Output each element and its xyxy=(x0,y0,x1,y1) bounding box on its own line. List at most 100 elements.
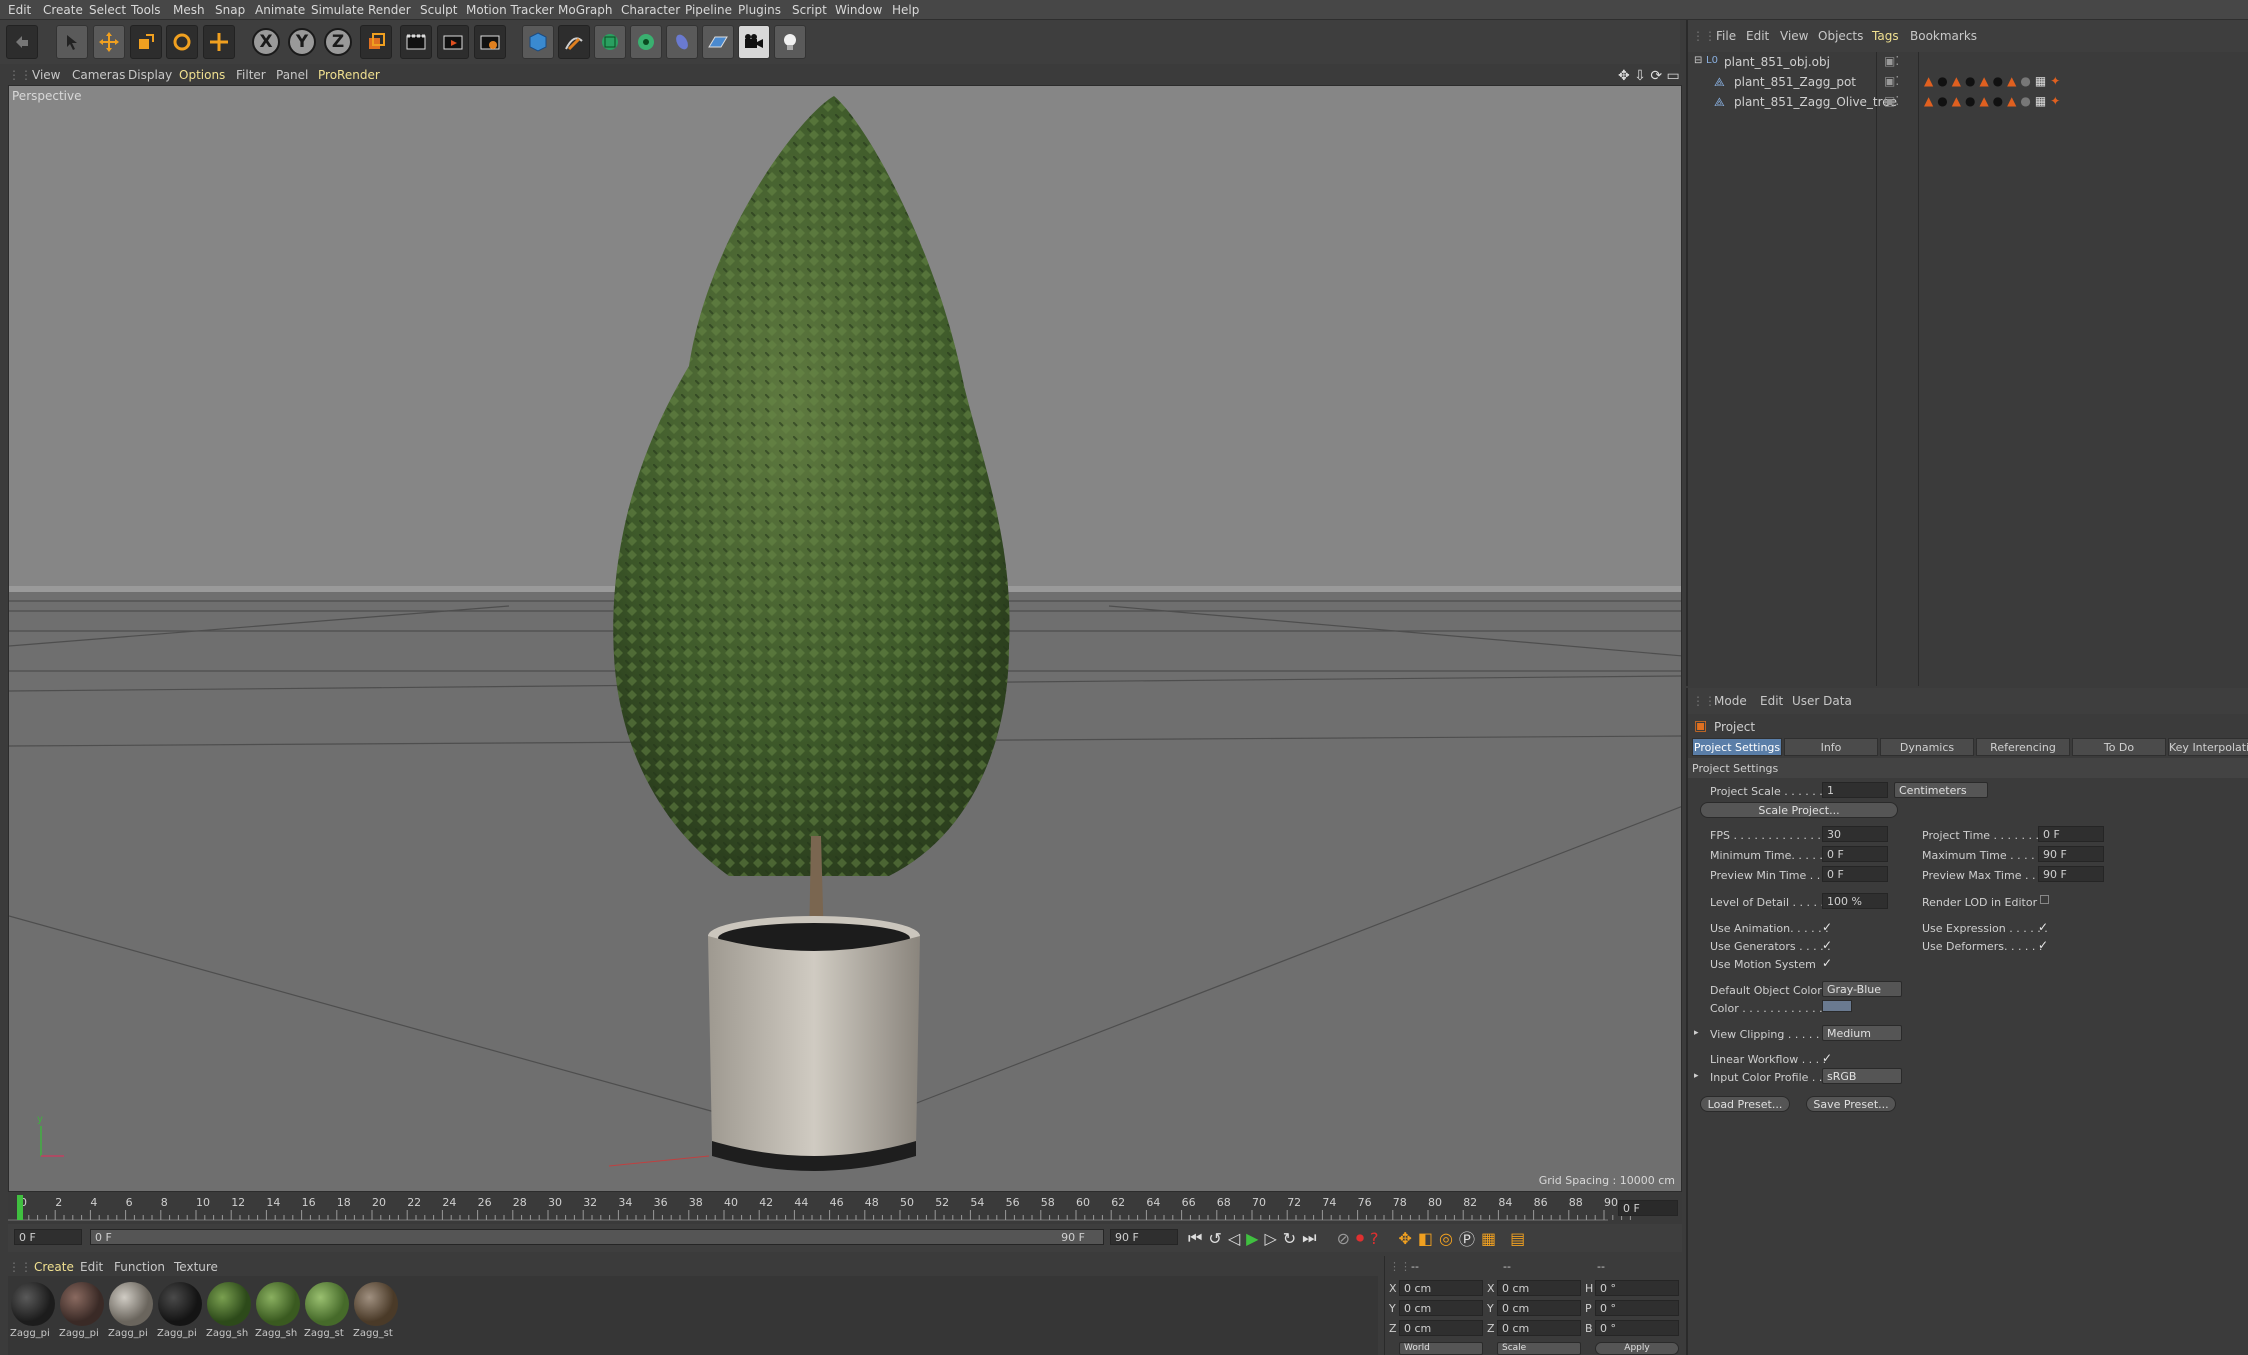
object-row[interactable]: ⊟ L0 plant_851_obj.obj ▣⁚ xyxy=(1688,52,2248,72)
pen-spline-icon[interactable] xyxy=(558,25,590,59)
objects-menu-tags[interactable]: Tags xyxy=(1872,29,1899,43)
load-preset-button[interactable]: Load Preset... xyxy=(1700,1096,1790,1112)
go-to-start-icon[interactable]: ⏮ xyxy=(1188,1228,1202,1248)
viewport-menu-prorender[interactable]: ProRender xyxy=(318,68,380,82)
record-icon[interactable]: ⏺ xyxy=(1356,1228,1364,1248)
level-of-detail-field[interactable]: 100 % xyxy=(1822,893,1888,909)
maximum-time-field[interactable]: 90 F xyxy=(2038,846,2104,862)
project-scale-field[interactable]: 1 xyxy=(1822,782,1888,798)
material-swatch[interactable]: Zagg_st xyxy=(353,1282,399,1352)
render-view-icon[interactable] xyxy=(400,25,432,59)
menu-create[interactable]: Create xyxy=(43,3,83,17)
object-name[interactable]: plant_851_Zagg_pot xyxy=(1734,75,1856,89)
object-name[interactable]: plant_851_Zagg_Olive_tree xyxy=(1734,95,1897,109)
menu-tools[interactable]: Tools xyxy=(131,3,161,17)
material-swatch[interactable]: Zagg_pi xyxy=(157,1282,203,1352)
select-arrow-icon[interactable] xyxy=(56,25,88,59)
menu-pipeline[interactable]: Pipeline xyxy=(685,3,732,17)
material-swatch[interactable]: Zagg_sh xyxy=(255,1282,301,1352)
viewport-menu-display[interactable]: Display xyxy=(128,68,172,82)
input-color-profile-dropdown[interactable]: sRGB xyxy=(1822,1068,1902,1084)
transform-icon[interactable] xyxy=(203,25,235,59)
material-tags-icon[interactable]: ▲●▲●▲●▲●▦✦ xyxy=(1924,94,2064,108)
material-swatch[interactable]: Zagg_st xyxy=(304,1282,350,1352)
view-clipping-dropdown[interactable]: Medium xyxy=(1822,1025,1902,1041)
timeline-ruler[interactable]: 0 2 4 6 8 10 12 14 16 18 20 22 24 26 28 30 32 34 36 38 40 42 4… xyxy=(8,1192,1682,1224)
position-y-field[interactable]: 0 cm xyxy=(1399,1300,1483,1316)
attr-menu-user-data[interactable]: User Data xyxy=(1792,694,1852,708)
menu-render[interactable]: Render xyxy=(368,3,411,17)
position-z-field[interactable]: 0 cm xyxy=(1399,1320,1483,1336)
cloner-icon[interactable] xyxy=(630,25,662,59)
tab-project-settings[interactable]: Project Settings xyxy=(1692,738,1782,756)
next-frame-icon[interactable]: ▷ xyxy=(1264,1229,1276,1248)
timeline-window-icon[interactable]: ▤ xyxy=(1510,1229,1525,1248)
coordinate-system-icon[interactable] xyxy=(360,25,392,59)
render-settings-icon[interactable] xyxy=(474,25,506,59)
auto-key-icon[interactable]: ? xyxy=(1370,1229,1379,1248)
render-lod-checkbox[interactable] xyxy=(2040,895,2049,904)
next-key-icon[interactable]: ↻ xyxy=(1283,1229,1296,1248)
objects-menu-bookmarks[interactable]: Bookmarks xyxy=(1910,29,1977,43)
perspective-viewport[interactable]: y Perspective Grid Spacing : 10000 cm xyxy=(8,85,1682,1192)
viewport-menu-options[interactable]: Options xyxy=(179,68,225,82)
key-param-icon[interactable]: Ⓟ xyxy=(1459,1226,1475,1250)
viewport-nav-icons[interactable]: ✥ ⇩ ⟳ ▭ xyxy=(1618,68,1680,84)
coord-apply-button[interactable]: Apply xyxy=(1595,1342,1679,1355)
menu-mesh[interactable]: Mesh xyxy=(173,3,205,17)
visibility-toggle-icon[interactable]: ▣⁚ xyxy=(1884,94,1899,108)
linear-workflow-checkbox[interactable]: ✓ xyxy=(1822,1052,1834,1064)
material-menu-create[interactable]: Create xyxy=(34,1260,74,1274)
play-icon[interactable]: ▶ xyxy=(1246,1229,1258,1248)
objects-menu-edit[interactable]: Edit xyxy=(1746,29,1769,43)
undo-icon[interactable] xyxy=(6,25,38,59)
use-expression-checkbox[interactable]: ✓ xyxy=(2038,921,2050,933)
object-name[interactable]: plant_851_obj.obj xyxy=(1724,55,1830,69)
record-disabled-icon[interactable]: ⊘ xyxy=(1337,1229,1350,1248)
rotate-icon[interactable] xyxy=(166,25,198,59)
menu-sculpt[interactable]: Sculpt xyxy=(420,3,457,17)
object-row[interactable]: ⟁ plant_851_Zagg_pot ▣⁚ ▲●▲●▲●▲●▦✦ xyxy=(1688,72,2248,92)
material-swatch[interactable]: Zagg_pi xyxy=(59,1282,105,1352)
menu-edit[interactable]: Edit xyxy=(8,3,31,17)
menu-motion-tracker[interactable]: Motion Tracker xyxy=(466,3,554,17)
menu-script[interactable]: Script xyxy=(792,3,827,17)
use-motion-system-checkbox[interactable]: ✓ xyxy=(1822,957,1834,969)
objects-menu-file[interactable]: File xyxy=(1716,29,1736,43)
floor-icon[interactable] xyxy=(702,25,734,59)
menu-select[interactable]: Select xyxy=(89,3,126,17)
tab-key-interpolation[interactable]: Key Interpolation xyxy=(2168,738,2248,756)
material-swatch[interactable]: Zagg_sh xyxy=(206,1282,252,1352)
project-scale-unit-dropdown[interactable]: Centimeters xyxy=(1894,782,1988,798)
fps-field[interactable]: 30 xyxy=(1822,826,1888,842)
coord-space-dropdown[interactable]: World xyxy=(1399,1342,1483,1355)
material-swatch[interactable]: Zagg_pi xyxy=(10,1282,56,1352)
expand-arrow-icon[interactable]: ▸ xyxy=(1694,1028,1699,1038)
menu-help[interactable]: Help xyxy=(892,3,919,17)
preview-max-time-field[interactable]: 90 F xyxy=(2038,866,2104,882)
menu-simulate[interactable]: Simulate xyxy=(311,3,364,17)
x-axis-toggle[interactable]: X xyxy=(252,28,280,56)
light-icon[interactable] xyxy=(774,25,806,59)
menu-character[interactable]: Character xyxy=(621,3,680,17)
position-x-field[interactable]: 0 cm xyxy=(1399,1280,1483,1296)
size-x-field[interactable]: 0 cm xyxy=(1497,1280,1581,1296)
cube-icon[interactable] xyxy=(522,25,554,59)
playhead[interactable] xyxy=(17,1195,23,1220)
y-axis-toggle[interactable]: Y xyxy=(288,28,316,56)
previous-key-icon[interactable]: ↺ xyxy=(1208,1229,1221,1248)
menu-window[interactable]: Window xyxy=(835,3,882,17)
previous-frame-icon[interactable]: ◁ xyxy=(1228,1229,1240,1248)
menu-animate[interactable]: Animate xyxy=(255,3,305,17)
use-generators-checkbox[interactable]: ✓ xyxy=(1822,939,1834,951)
rotation-h-field[interactable]: 0 ° xyxy=(1595,1280,1679,1296)
expand-icon[interactable]: ⊟ xyxy=(1694,55,1702,66)
coord-scale-dropdown[interactable]: Scale xyxy=(1497,1342,1581,1355)
current-frame-field[interactable]: 0 F xyxy=(1618,1200,1678,1216)
viewport-menu-view[interactable]: View xyxy=(32,68,60,82)
key-scale-icon[interactable]: ◧ xyxy=(1418,1229,1433,1248)
tab-referencing[interactable]: Referencing xyxy=(1976,738,2070,756)
use-deformers-checkbox[interactable]: ✓ xyxy=(2038,939,2050,951)
project-time-field[interactable]: 0 F xyxy=(2038,826,2104,842)
expand-arrow-icon[interactable]: ▸ xyxy=(1694,1071,1699,1081)
